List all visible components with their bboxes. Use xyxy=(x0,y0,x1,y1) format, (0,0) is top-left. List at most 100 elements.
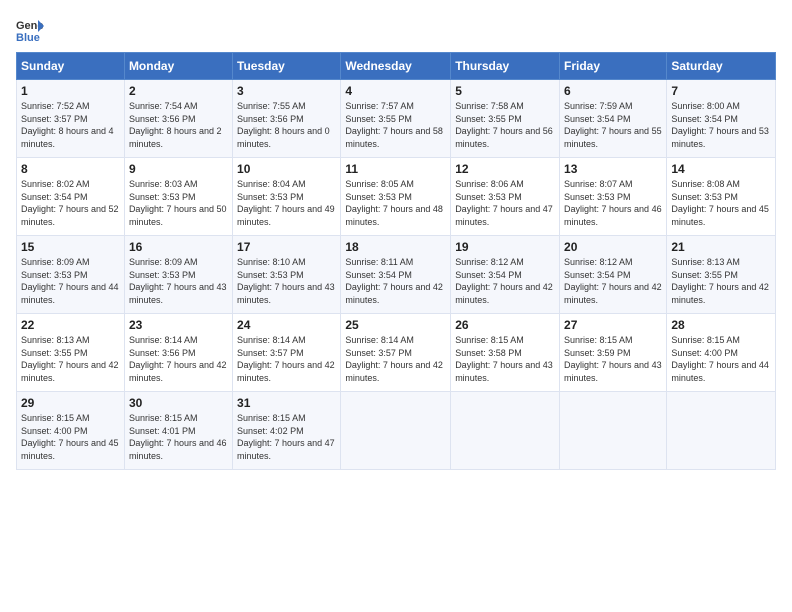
weekday-header-sunday: Sunday xyxy=(17,53,125,80)
day-number: 4 xyxy=(345,84,446,98)
calendar-day-1: 1Sunrise: 7:52 AMSunset: 3:57 PMDaylight… xyxy=(17,80,125,158)
calendar-day-25: 25 Sunrise: 8:14 AMSunset: 3:57 PMDayligh… xyxy=(341,314,451,392)
calendar-week-1: 1Sunrise: 7:52 AMSunset: 3:57 PMDaylight… xyxy=(17,80,776,158)
calendar-day-9: 9 Sunrise: 8:03 AMSunset: 3:53 PMDaylight… xyxy=(124,158,232,236)
day-info: Sunrise: 8:03 AMSunset: 3:53 PMDaylight:… xyxy=(129,178,228,228)
day-number: 13 xyxy=(564,162,662,176)
day-number: 16 xyxy=(129,240,228,254)
day-info: Sunrise: 8:14 AMSunset: 3:56 PMDaylight:… xyxy=(129,334,228,384)
calendar-day-28: 28 Sunrise: 8:15 AMSunset: 4:00 PMDayligh… xyxy=(667,314,776,392)
empty-cell xyxy=(667,392,776,470)
day-number: 31 xyxy=(237,396,336,410)
day-info: Sunrise: 8:15 AMSunset: 4:01 PMDaylight:… xyxy=(129,412,228,462)
empty-cell xyxy=(560,392,667,470)
calendar-day-21: 21 Sunrise: 8:13 AMSunset: 3:55 PMDayligh… xyxy=(667,236,776,314)
calendar-day-14: 14 Sunrise: 8:08 AMSunset: 3:53 PMDayligh… xyxy=(667,158,776,236)
day-info: Sunrise: 8:07 AMSunset: 3:53 PMDaylight:… xyxy=(564,178,662,228)
weekday-header-friday: Friday xyxy=(560,53,667,80)
day-number: 17 xyxy=(237,240,336,254)
day-info: Sunrise: 8:14 AMSunset: 3:57 PMDaylight:… xyxy=(345,334,446,384)
day-number: 26 xyxy=(455,318,555,332)
day-number: 2 xyxy=(129,84,228,98)
day-number: 8 xyxy=(21,162,120,176)
day-info: Sunrise: 7:55 AMSunset: 3:56 PMDaylight:… xyxy=(237,100,336,150)
calendar-week-2: 8 Sunrise: 8:02 AMSunset: 3:54 PMDaylight… xyxy=(17,158,776,236)
page-container: General Blue SundayMondayTuesdayWednesda… xyxy=(0,0,792,478)
day-number: 29 xyxy=(21,396,120,410)
day-info: Sunrise: 8:04 AMSunset: 3:53 PMDaylight:… xyxy=(237,178,336,228)
calendar-day-16: 16 Sunrise: 8:09 AMSunset: 3:53 PMDayligh… xyxy=(124,236,232,314)
calendar-day-31: 31 Sunrise: 8:15 AMSunset: 4:02 PMDayligh… xyxy=(233,392,341,470)
calendar-day-4: 4 Sunrise: 7:57 AMSunset: 3:55 PMDaylight… xyxy=(341,80,451,158)
day-number: 19 xyxy=(455,240,555,254)
calendar-day-7: 7 Sunrise: 8:00 AMSunset: 3:54 PMDaylight… xyxy=(667,80,776,158)
calendar-day-19: 19 Sunrise: 8:12 AMSunset: 3:54 PMDayligh… xyxy=(451,236,560,314)
calendar-week-5: 29 Sunrise: 8:15 AMSunset: 4:00 PMDayligh… xyxy=(17,392,776,470)
calendar-day-29: 29 Sunrise: 8:15 AMSunset: 4:00 PMDayligh… xyxy=(17,392,125,470)
calendar-day-24: 24Sunrise: 8:14 AMSunset: 3:57 PMDayligh… xyxy=(233,314,341,392)
day-number: 22 xyxy=(21,318,120,332)
weekday-header-monday: Monday xyxy=(124,53,232,80)
calendar-day-11: 11 Sunrise: 8:05 AMSunset: 3:53 PMDayligh… xyxy=(341,158,451,236)
day-number: 21 xyxy=(671,240,771,254)
day-number: 12 xyxy=(455,162,555,176)
day-number: 23 xyxy=(129,318,228,332)
day-number: 5 xyxy=(455,84,555,98)
day-number: 30 xyxy=(129,396,228,410)
day-number: 25 xyxy=(345,318,446,332)
day-info: Sunrise: 8:13 AMSunset: 3:55 PMDaylight:… xyxy=(21,334,120,384)
calendar-day-13: 13 Sunrise: 8:07 AMSunset: 3:53 PMDayligh… xyxy=(560,158,667,236)
day-info: Sunrise: 8:05 AMSunset: 3:53 PMDaylight:… xyxy=(345,178,446,228)
calendar-day-6: 6Sunrise: 7:59 AMSunset: 3:54 PMDaylight… xyxy=(560,80,667,158)
day-info: Sunrise: 7:57 AMSunset: 3:55 PMDaylight:… xyxy=(345,100,446,150)
calendar-day-30: 30 Sunrise: 8:15 AMSunset: 4:01 PMDayligh… xyxy=(124,392,232,470)
day-info: Sunrise: 8:02 AMSunset: 3:54 PMDaylight:… xyxy=(21,178,120,228)
day-info: Sunrise: 8:12 AMSunset: 3:54 PMDaylight:… xyxy=(455,256,555,306)
weekday-header-tuesday: Tuesday xyxy=(233,53,341,80)
day-number: 9 xyxy=(129,162,228,176)
header: General Blue xyxy=(16,16,776,44)
day-info: Sunrise: 8:15 AMSunset: 4:00 PMDaylight:… xyxy=(21,412,120,462)
day-number: 11 xyxy=(345,162,446,176)
day-info: Sunrise: 8:13 AMSunset: 3:55 PMDaylight:… xyxy=(671,256,771,306)
day-info: Sunrise: 8:15 AMSunset: 3:59 PMDaylight:… xyxy=(564,334,662,384)
day-info: Sunrise: 7:58 AMSunset: 3:55 PMDaylight:… xyxy=(455,100,555,150)
day-info: Sunrise: 8:15 AMSunset: 4:00 PMDaylight:… xyxy=(671,334,771,384)
day-info: Sunrise: 8:10 AMSunset: 3:53 PMDaylight:… xyxy=(237,256,336,306)
day-number: 14 xyxy=(671,162,771,176)
day-info: Sunrise: 8:12 AMSunset: 3:54 PMDaylight:… xyxy=(564,256,662,306)
empty-cell xyxy=(341,392,451,470)
day-info: Sunrise: 7:59 AMSunset: 3:54 PMDaylight:… xyxy=(564,100,662,150)
calendar-day-23: 23 Sunrise: 8:14 AMSunset: 3:56 PMDayligh… xyxy=(124,314,232,392)
day-info: Sunrise: 8:00 AMSunset: 3:54 PMDaylight:… xyxy=(671,100,771,150)
day-number: 27 xyxy=(564,318,662,332)
day-info: Sunrise: 8:06 AMSunset: 3:53 PMDaylight:… xyxy=(455,178,555,228)
calendar-day-3: 3 Sunrise: 7:55 AMSunset: 3:56 PMDaylight… xyxy=(233,80,341,158)
day-info: Sunrise: 8:11 AMSunset: 3:54 PMDaylight:… xyxy=(345,256,446,306)
calendar-table: SundayMondayTuesdayWednesdayThursdayFrid… xyxy=(16,52,776,470)
calendar-week-3: 15 Sunrise: 8:09 AMSunset: 3:53 PMDayligh… xyxy=(17,236,776,314)
calendar-week-4: 22 Sunrise: 8:13 AMSunset: 3:55 PMDayligh… xyxy=(17,314,776,392)
calendar-day-2: 2 Sunrise: 7:54 AMSunset: 3:56 PMDaylight… xyxy=(124,80,232,158)
calendar-day-26: 26Sunrise: 8:15 AMSunset: 3:58 PMDayligh… xyxy=(451,314,560,392)
logo: General Blue xyxy=(16,16,48,44)
day-info: Sunrise: 7:54 AMSunset: 3:56 PMDaylight:… xyxy=(129,100,228,150)
day-info: Sunrise: 8:08 AMSunset: 3:53 PMDaylight:… xyxy=(671,178,771,228)
calendar-day-5: 5 Sunrise: 7:58 AMSunset: 3:55 PMDaylight… xyxy=(451,80,560,158)
calendar-day-8: 8 Sunrise: 8:02 AMSunset: 3:54 PMDaylight… xyxy=(17,158,125,236)
calendar-day-27: 27 Sunrise: 8:15 AMSunset: 3:59 PMDayligh… xyxy=(560,314,667,392)
weekday-header-wednesday: Wednesday xyxy=(341,53,451,80)
day-number: 3 xyxy=(237,84,336,98)
calendar-day-20: 20Sunrise: 8:12 AMSunset: 3:54 PMDayligh… xyxy=(560,236,667,314)
day-info: Sunrise: 8:15 AMSunset: 4:02 PMDaylight:… xyxy=(237,412,336,462)
day-number: 24 xyxy=(237,318,336,332)
day-number: 7 xyxy=(671,84,771,98)
day-number: 28 xyxy=(671,318,771,332)
weekday-header-row: SundayMondayTuesdayWednesdayThursdayFrid… xyxy=(17,53,776,80)
day-number: 15 xyxy=(21,240,120,254)
day-info: Sunrise: 8:09 AMSunset: 3:53 PMDaylight:… xyxy=(129,256,228,306)
day-number: 1 xyxy=(21,84,120,98)
calendar-day-10: 10Sunrise: 8:04 AMSunset: 3:53 PMDayligh… xyxy=(233,158,341,236)
day-number: 18 xyxy=(345,240,446,254)
calendar-day-18: 18 Sunrise: 8:11 AMSunset: 3:54 PMDayligh… xyxy=(341,236,451,314)
